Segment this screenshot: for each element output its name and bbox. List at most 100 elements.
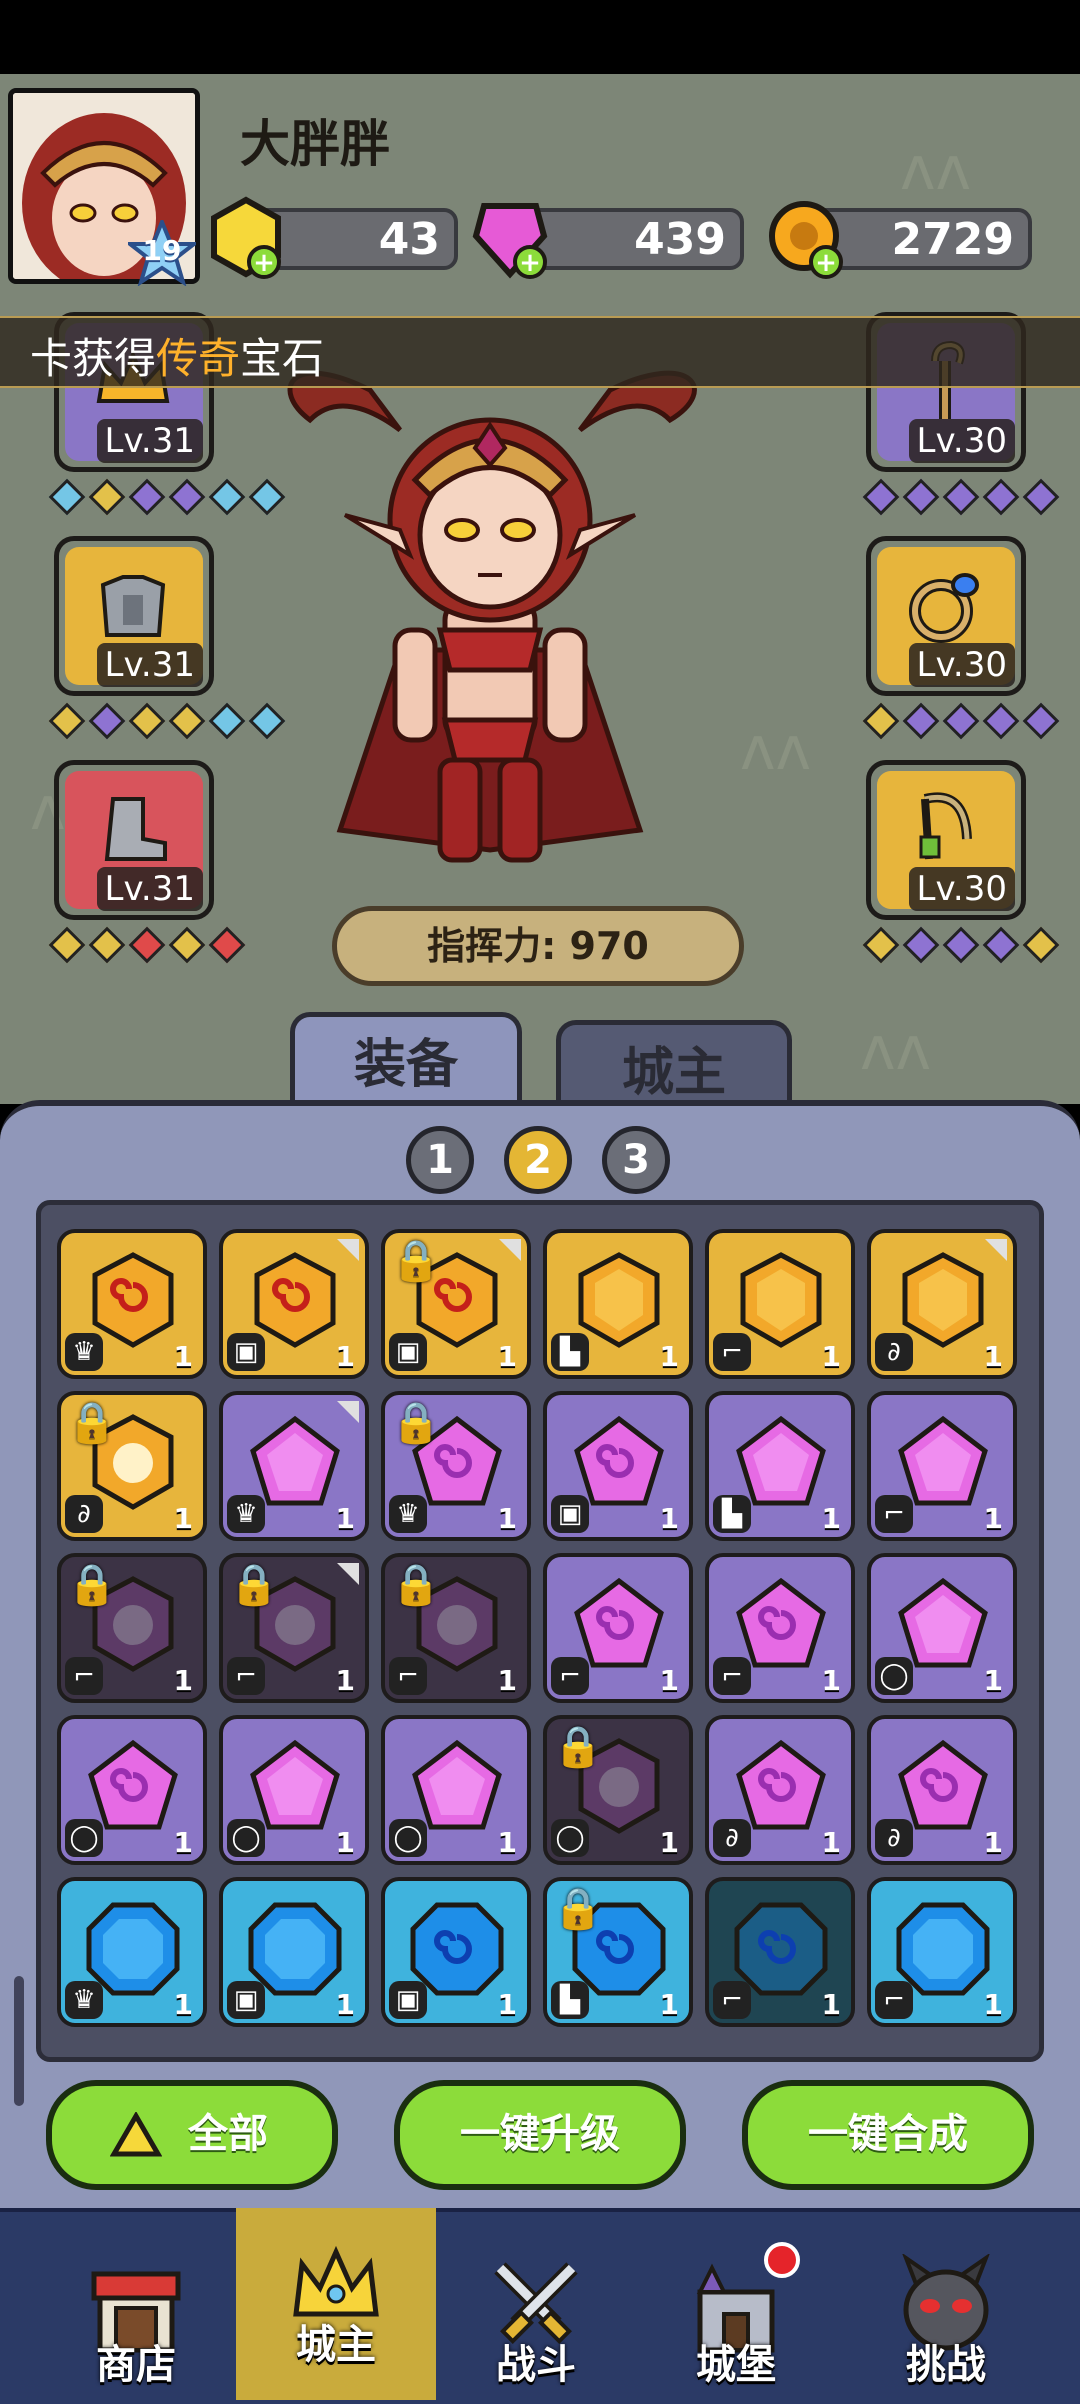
quality-pip: [88, 926, 126, 964]
equip-slot-left-2[interactable]: Lv.31: [54, 760, 214, 920]
amulet-slot-icon: ∂: [875, 1819, 913, 1857]
gem-count: 1: [335, 1826, 355, 1859]
quality-pip: [48, 926, 86, 964]
gem-cell[interactable]: ⌐ 1: [705, 1877, 855, 2027]
nav-label: 挑战: [906, 2342, 986, 2388]
gem-count: 1: [983, 1826, 1003, 1859]
scrollbar[interactable]: [14, 1976, 24, 2106]
page-button-2[interactable]: 2: [504, 1126, 572, 1194]
lock-icon: 🔒: [67, 1400, 117, 1446]
ring-slot-icon: ◯: [65, 1819, 103, 1857]
quality-pip: [248, 478, 286, 516]
gem-cell[interactable]: ⌐ 1: [543, 1553, 693, 1703]
quality-pip: [942, 478, 980, 516]
ring-slot-icon: ◯: [875, 1657, 913, 1695]
gem-cell[interactable]: 🔒 ◯ 1: [543, 1715, 693, 1865]
gem-cell[interactable]: ◯ 1: [381, 1715, 531, 1865]
page-label: 3: [622, 1137, 650, 1183]
gem-count: 1: [497, 1988, 517, 2021]
nav-battle[interactable]: 战斗: [436, 2208, 636, 2400]
svg-text:+: +: [519, 248, 541, 278]
nav-challenge[interactable]: 挑战: [846, 2208, 1046, 2400]
gem-cell[interactable]: ◯ 1: [57, 1715, 207, 1865]
gem-cell[interactable]: ▣ 1: [543, 1391, 693, 1541]
resource-value: 2729: [891, 214, 1014, 265]
gem-cell[interactable]: 🔒 ∂ 1: [57, 1391, 207, 1541]
gem-cell[interactable]: ▙ 1: [543, 1229, 693, 1379]
gem-cell[interactable]: 🔒 ▣ 1: [381, 1229, 531, 1379]
gem-cell[interactable]: ♛ 1: [219, 1391, 369, 1541]
equip-level: Lv.30: [908, 419, 1015, 463]
gem-cell[interactable]: 🔒 ⌐ 1: [381, 1553, 531, 1703]
amulet-slot-icon: ∂: [875, 1333, 913, 1371]
gem-cell[interactable]: ◯ 1: [219, 1715, 369, 1865]
quality-pip: [862, 926, 900, 964]
page-button-1[interactable]: 1: [406, 1126, 474, 1194]
equip-slot-left-1[interactable]: Lv.31: [54, 536, 214, 696]
quality-pip: [208, 702, 246, 740]
gem-cell[interactable]: 🔒 ⌐ 1: [57, 1553, 207, 1703]
grass-decoration: ʌʌ: [740, 714, 812, 784]
gem-cell[interactable]: 🔒 ⌐ 1: [219, 1553, 369, 1703]
merge-all-button[interactable]: 一键合成: [742, 2080, 1034, 2190]
nav-label: 商店: [96, 2342, 176, 2388]
gem-cell[interactable]: ◯ 1: [867, 1553, 1017, 1703]
gem-cell[interactable]: ♛ 1: [57, 1877, 207, 2027]
gem-cell[interactable]: ⌐ 1: [705, 1229, 855, 1379]
staff-slot-icon: ⌐: [713, 1657, 751, 1695]
gem-count: 1: [983, 1988, 1003, 2021]
armor-icon: [100, 575, 166, 637]
quality-pip: [862, 478, 900, 516]
crown-slot-icon: ♛: [65, 1981, 103, 2019]
quality-pip: [48, 702, 86, 740]
gem-count: 1: [821, 1340, 841, 1373]
equip-slot-right-1[interactable]: Lv.30: [866, 536, 1026, 696]
gem-count: 1: [173, 1340, 193, 1373]
gem-cell[interactable]: ∂ 1: [867, 1229, 1017, 1379]
gold-gem-add-icon[interactable]: +: [206, 196, 286, 280]
new-corner-marker: [337, 1239, 359, 1261]
gem-cell[interactable]: ∂ 1: [705, 1715, 855, 1865]
armor-slot-icon: ▣: [227, 1981, 265, 2019]
gem-count: 1: [497, 1664, 517, 1697]
staff-slot-icon: ⌐: [875, 1495, 913, 1533]
gem-cell[interactable]: ⌐ 1: [867, 1391, 1017, 1541]
page-button-3[interactable]: 3: [602, 1126, 670, 1194]
boot-icon: [104, 797, 167, 861]
equip-slot-right-2[interactable]: Lv.30: [866, 760, 1026, 920]
quality-pips: [862, 702, 1060, 740]
quality-pips: [862, 478, 1060, 516]
lock-icon: 🔒: [553, 1886, 603, 1932]
gem-cell[interactable]: ⌐ 1: [705, 1553, 855, 1703]
gem-count: 1: [335, 1664, 355, 1697]
tab-label: 装备: [353, 1035, 458, 1095]
amulet-icon: [919, 792, 972, 860]
pink-gem-add-icon[interactable]: +: [470, 196, 550, 280]
nav-shop[interactable]: 商店: [36, 2208, 236, 2400]
banner-highlight: 传奇: [156, 334, 241, 383]
nav-castle[interactable]: 城堡: [636, 2208, 836, 2400]
gem-count: 1: [497, 1826, 517, 1859]
gem-cell[interactable]: ▣ 1: [219, 1229, 369, 1379]
quality-pip: [942, 702, 980, 740]
coin-add-icon[interactable]: +: [766, 196, 846, 280]
gem-cell[interactable]: 🔒 ▙ 1: [543, 1877, 693, 2027]
player-level: 19: [142, 234, 182, 267]
upgrade-all-button[interactable]: 一键升级: [394, 2080, 686, 2190]
notification-badge: [764, 2242, 800, 2278]
gem-cell[interactable]: ⌐ 1: [867, 1877, 1017, 2027]
gem-count: 1: [497, 1502, 517, 1535]
filter-all-button[interactable]: 全部: [46, 2080, 338, 2190]
gem-cell[interactable]: ▣ 1: [381, 1877, 531, 2027]
quality-pips: [48, 926, 246, 964]
gem-cell[interactable]: ▙ 1: [705, 1391, 855, 1541]
player-level-badge: 19: [124, 216, 200, 287]
gem-cell[interactable]: 🔒 ♛ 1: [381, 1391, 531, 1541]
gem-cell[interactable]: ∂ 1: [867, 1715, 1017, 1865]
gem-cell[interactable]: ▣ 1: [219, 1877, 369, 2027]
nav-lord[interactable]: 城主: [236, 2208, 436, 2400]
gem-cell[interactable]: ♛ 1: [57, 1229, 207, 1379]
banner-prefix: 卡获得: [30, 334, 157, 383]
gem-grid: ♛ 1 ▣ 1 🔒 ▣ 1 ▙ 1 ⌐ 1 ∂ 1 🔒 ∂ 1 ♛ 1 🔒 ♛ 1 ▣ 1 ▙ 1 ⌐ 1 🔒 ⌐ 1 🔒 ⌐ 1 🔒 ⌐ 1 ⌐ 1 ⌐ 1…: [36, 1200, 1044, 2062]
gem-count: 1: [173, 1826, 193, 1859]
